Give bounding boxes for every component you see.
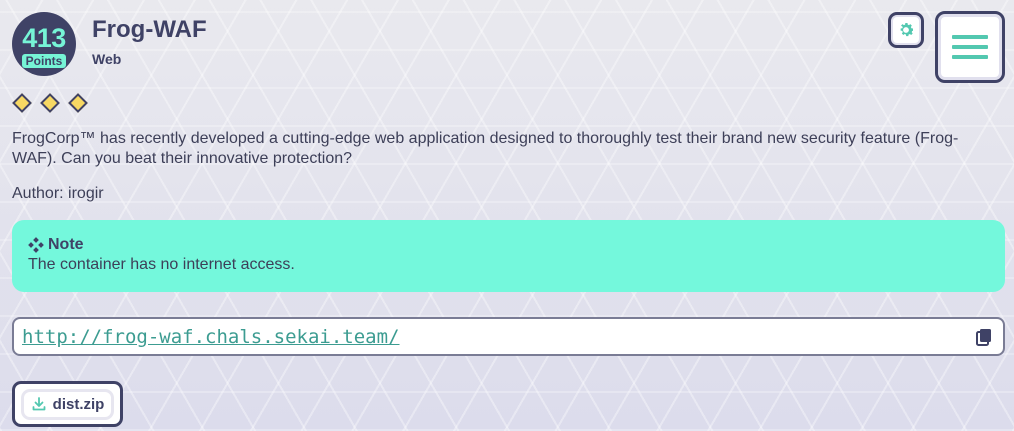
challenge-description: FrogCorp™ has recently developed a cutti… xyxy=(12,130,959,167)
menu-button[interactable] xyxy=(935,11,1005,83)
download-file-label: dist.zip xyxy=(52,395,105,413)
settings-button[interactable] xyxy=(888,12,924,48)
download-file-inner: dist.zip xyxy=(23,391,112,417)
copy-icon xyxy=(976,328,991,346)
download-file-button[interactable]: dist.zip xyxy=(12,381,123,427)
connection-url-link[interactable]: http://frog-waf.chals.sekai.team/ xyxy=(22,326,973,348)
note-callout: Note The container has no internet acces… xyxy=(12,220,1005,292)
points-value: 413 xyxy=(22,22,66,53)
challenge-author: Author: irogir xyxy=(12,185,104,202)
challenge-title: Frog-WAF xyxy=(92,16,207,43)
difficulty-diamond-icon xyxy=(68,93,88,113)
connection-url-box: http://frog-waf.chals.sekai.team/ xyxy=(12,317,1005,356)
copy-button[interactable] xyxy=(973,326,995,348)
difficulty-rating xyxy=(12,93,88,113)
challenge-category: Web xyxy=(92,51,122,67)
note-header: Note xyxy=(28,236,989,254)
diamond-cluster-icon xyxy=(28,237,44,253)
points-label: Points xyxy=(21,53,67,68)
download-icon xyxy=(32,397,46,411)
difficulty-diamond-icon xyxy=(40,93,60,113)
menu-line xyxy=(952,45,988,49)
hamburger-menu-icon xyxy=(952,35,988,39)
points-badge: 413 Points xyxy=(12,12,76,76)
note-title: Note xyxy=(48,236,84,253)
menu-line xyxy=(952,55,988,59)
gear-icon xyxy=(900,23,914,37)
difficulty-diamond-icon xyxy=(12,93,32,113)
note-body: The container has no internet access. xyxy=(28,256,295,273)
